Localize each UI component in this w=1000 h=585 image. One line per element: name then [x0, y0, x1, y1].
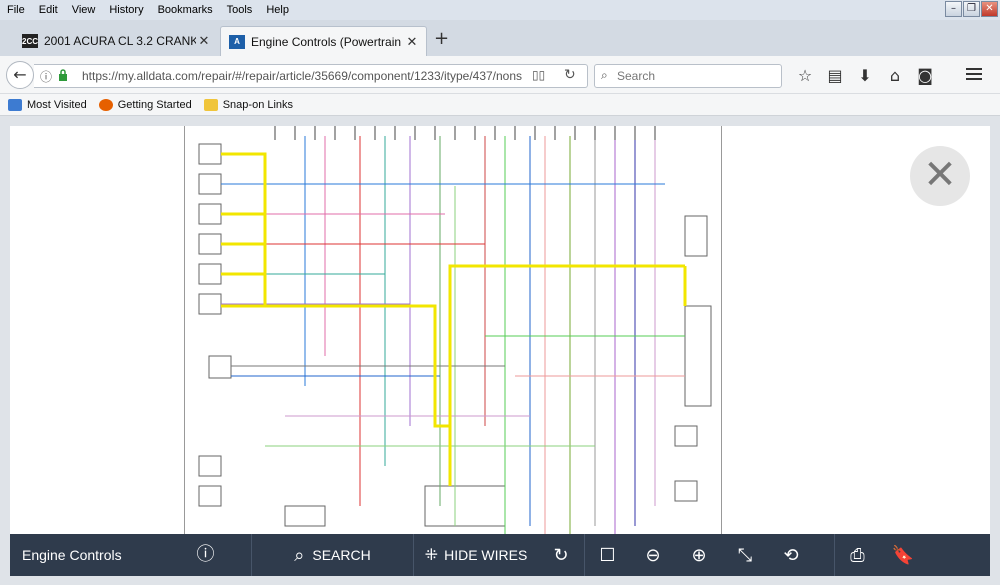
print-icon[interactable]: ⎙ [834, 534, 880, 576]
diagram-viewer: ✕ [10, 126, 990, 575]
window-controls: – ❐ ✕ [945, 1, 998, 17]
hide-wires-button[interactable]: ⁜ HIDE WIRES [414, 534, 538, 576]
tab-title: Engine Controls (Powertrain ... [251, 34, 404, 49]
tab-favicon: 2CC [22, 34, 38, 48]
restore-button[interactable]: ❐ [963, 1, 980, 17]
bookmark-snap-on-links[interactable]: Snap-on Links [203, 98, 294, 111]
page-content: ✕ Engine Controls ⓘ ⌕ SEARCH ⁜ HIDE WIRE… [0, 117, 1000, 585]
navigation-bar: ← ⓘ https://my.alldata.com/repair/#/repa… [0, 56, 1000, 94]
reset-icon[interactable]: ↻ [538, 534, 584, 576]
new-tab-button[interactable]: + [434, 28, 449, 49]
toolbar-icons: ☆ ▤ ⬇ ⌂ ◙ [790, 62, 940, 88]
search-icon: ⌕ [294, 544, 305, 565]
search-button[interactable]: ⌕ SEARCH [252, 534, 414, 576]
window-close-button[interactable]: ✕ [981, 1, 998, 17]
tab-bar: 2CC 2001 ACURA CL 3.2 CRANKS/... ✕ A Eng… [0, 20, 1000, 56]
downloads-icon[interactable]: ⬇ [850, 66, 880, 85]
close-tab-icon[interactable]: ✕ [196, 33, 212, 49]
pocket-icon[interactable]: ◙ [910, 66, 940, 85]
bookmarks-bar: Most Visited Getting Started Snap-on Lin… [0, 94, 1000, 116]
menu-history[interactable]: History [102, 4, 150, 16]
bookmark-most-visited[interactable]: Most Visited [8, 98, 87, 111]
zoom-out-icon[interactable]: ⊖ [630, 534, 676, 576]
bookmark-label: Snap-on Links [222, 98, 294, 111]
bookmark-icon[interactable]: 🔖 [880, 534, 926, 576]
wiring-diagram[interactable] [184, 126, 722, 540]
menu-file[interactable]: File [0, 4, 32, 16]
toolbar-title: Engine Controls [22, 547, 122, 563]
folder-icon [203, 98, 218, 111]
menu-view[interactable]: View [65, 4, 103, 16]
close-viewer-button[interactable]: ✕ [910, 146, 970, 206]
collapse-icon[interactable]: ⤡ [722, 534, 768, 576]
site-info-icon[interactable]: ⓘ [40, 68, 52, 85]
search-box[interactable]: ⌕ Search [594, 64, 782, 88]
reader-view-icon[interactable]: ▯▯ [532, 68, 545, 82]
address-bar[interactable]: ⓘ https://my.alldata.com/repair/#/repair… [34, 64, 588, 88]
tab-title: 2001 ACURA CL 3.2 CRANKS/... [44, 34, 196, 48]
search-icon: ⌕ [601, 68, 608, 82]
search-label: SEARCH [312, 547, 371, 563]
home-icon[interactable]: ⌂ [880, 66, 910, 85]
wiring-diagram-graphic [198, 126, 712, 536]
hamburger-menu-icon[interactable] [966, 65, 982, 83]
minimize-button[interactable]: – [945, 1, 962, 17]
tab-acura-cl[interactable]: 2CC 2001 ACURA CL 3.2 CRANKS/... ✕ [14, 26, 218, 56]
menu-bookmarks[interactable]: Bookmarks [151, 4, 220, 16]
wires-icon: ⁜ [424, 547, 439, 564]
zoom-in-icon[interactable]: ⊕ [676, 534, 722, 576]
search-placeholder: Search [617, 69, 656, 83]
bookmark-label: Getting Started [117, 98, 192, 111]
reload-icon[interactable]: ↻ [564, 67, 576, 83]
firefox-icon [98, 98, 113, 111]
bookmark-getting-started[interactable]: Getting Started [98, 98, 192, 111]
bookmark-label: Most Visited [27, 98, 87, 111]
back-button[interactable]: ← [6, 61, 34, 89]
menu-tools[interactable]: Tools [220, 4, 260, 16]
diagram-toolbar: Engine Controls ⓘ ⌕ SEARCH ⁜ HIDE WIRES … [10, 534, 990, 576]
bookmark-star-icon[interactable]: ☆ [790, 66, 820, 85]
tab-favicon: A [229, 34, 245, 49]
fit-page-icon[interactable]: ☐ [584, 534, 630, 576]
url-text[interactable]: https://my.alldata.com/repair/#/repair/a… [82, 69, 522, 83]
menu-help[interactable]: Help [259, 4, 296, 16]
most-visited-icon [8, 98, 22, 111]
lock-icon [59, 69, 67, 81]
reading-list-icon[interactable]: ▤ [820, 66, 850, 85]
menu-bar: File Edit View History Bookmarks Tools H… [0, 0, 1000, 20]
tab-engine-controls[interactable]: A Engine Controls (Powertrain ... ✕ [220, 26, 427, 56]
menu-edit[interactable]: Edit [32, 4, 65, 16]
close-tab-icon[interactable]: ✕ [404, 34, 420, 50]
rotate-icon[interactable]: ⟲ [768, 534, 814, 576]
hide-wires-label: HIDE WIRES [444, 547, 528, 563]
info-icon[interactable]: ⓘ [160, 534, 252, 576]
